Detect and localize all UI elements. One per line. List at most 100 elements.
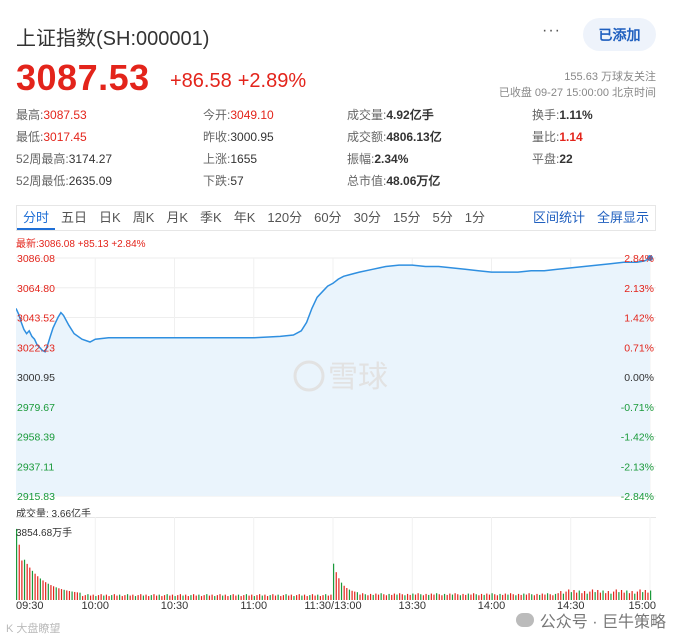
volume-bar — [18, 544, 20, 600]
footer-account: 公众号 · 巨牛策略 — [515, 608, 666, 632]
volume-bar — [68, 591, 71, 600]
change-percent: +2.89% — [237, 70, 307, 92]
tab-120min[interactable]: 120分 — [261, 206, 308, 230]
volume-bar — [568, 589, 570, 600]
volume-bar — [583, 591, 586, 600]
stat-52w-low: 52周最低:2635.09 — [16, 174, 113, 188]
volume-bar — [338, 578, 340, 600]
change-value: +86.58 — [170, 70, 232, 92]
wechat-icon — [515, 613, 534, 627]
added-watchlist-button[interactable]: 已添加 — [583, 18, 656, 51]
stat-market-cap: 总市值:48.06万亿 — [347, 174, 441, 188]
volume-bar — [74, 591, 76, 600]
y-left-label: 2937.11 — [17, 461, 54, 473]
volume-bar — [605, 593, 607, 600]
volume-bar — [581, 593, 583, 600]
volume-bar — [639, 589, 641, 600]
volume-bar — [343, 585, 345, 600]
volume-bar — [615, 589, 617, 600]
volume-bar — [546, 593, 549, 600]
volume-bar — [351, 590, 353, 600]
y-right-label: -1.42% — [621, 432, 654, 444]
tab-1min[interactable]: 1分 — [459, 206, 491, 230]
stat-volume-ratio: 量比:1.14 — [532, 130, 583, 144]
stats-grid: 最高:3087.53 最低:3017.45 52周最高:3174.27 52周最… — [16, 106, 656, 196]
stat-prev-close: 昨收:3000.95 — [203, 130, 274, 144]
market-status: 已收盘 09-27 15:00:00 北京时间 — [498, 87, 656, 99]
intraday-chart[interactable]: 雪球 3086.08 2.84% 3064.80 2.13% 3043.52 1.42% 3… — [15, 248, 656, 504]
volume-bar — [47, 583, 49, 600]
y-left-label: 3000.95 — [17, 372, 55, 384]
volume-bar — [340, 582, 343, 600]
volume-bar — [650, 590, 652, 600]
volume-chart-svg — [16, 517, 656, 600]
volume-bar — [335, 572, 337, 600]
stat-decline: 下跌:57 — [203, 174, 244, 188]
volume-bar — [509, 593, 512, 600]
tab-15min[interactable]: 15分 — [387, 206, 426, 230]
volume-bar — [380, 593, 382, 600]
x-tick-label: 11:00 — [240, 600, 268, 612]
volume-bar — [346, 588, 348, 600]
y-right-label: -2.13% — [621, 461, 654, 473]
volume-bar — [594, 592, 596, 600]
y-right-label: 1.42% — [624, 313, 654, 325]
volume-bar — [573, 589, 575, 600]
stat-turnover: 成交额:4806.13亿 — [347, 130, 442, 144]
volume-bar — [628, 593, 631, 600]
volume-bar — [42, 580, 44, 600]
volume-bar — [589, 591, 591, 600]
volume-bar — [631, 591, 633, 600]
y-right-label: -2.84% — [621, 491, 654, 503]
price-change: +86.58 +2.89% — [170, 70, 306, 93]
more-options-icon[interactable]: ··· — [542, 22, 561, 40]
footer-watermark: K 大盘瞭望 — [6, 623, 61, 635]
stat-advance: 上涨:1655 — [203, 152, 258, 166]
range-stats-button[interactable]: 区间统计 — [527, 206, 591, 230]
volume-bar — [560, 591, 562, 600]
volume-bar — [348, 589, 351, 600]
volume-bar — [55, 587, 57, 600]
volume-bar — [29, 567, 31, 600]
x-tick-label: 11:30/13:00 — [304, 600, 362, 612]
fullscreen-button[interactable]: 全屏显示 — [591, 206, 655, 230]
volume-bar — [21, 560, 23, 600]
chart-period-tabs: 分时 五日 日K 周K 月K 季K 年K 120分 60分 30分 15分 5分… — [16, 205, 656, 231]
tab-intraday[interactable]: 分时 — [17, 206, 56, 230]
volume-bar — [362, 593, 364, 600]
y-right-label: 0.00% — [624, 372, 654, 384]
tab-weekly-k[interactable]: 周K — [127, 206, 161, 230]
volume-chart — [16, 517, 656, 600]
volume-bar — [620, 589, 623, 600]
tab-5day[interactable]: 五日 — [55, 206, 93, 230]
volume-bar — [597, 589, 599, 600]
volume-bar — [454, 593, 456, 600]
volume-bar — [39, 578, 41, 600]
volume-bar — [79, 592, 81, 600]
volume-bar — [16, 528, 18, 600]
x-tick-label: 09:30 — [16, 600, 44, 612]
volume-bar — [626, 590, 628, 600]
y-right-label: 2.84% — [624, 253, 654, 265]
tab-yearly-k[interactable]: 年K — [228, 206, 262, 230]
volume-bar — [473, 593, 475, 600]
volume-bar — [66, 590, 68, 600]
tab-30min[interactable]: 30分 — [348, 206, 387, 230]
tab-daily-k[interactable]: 日K — [93, 206, 127, 230]
tab-quarterly-k[interactable]: 季K — [194, 206, 228, 230]
tab-monthly-k[interactable]: 月K — [160, 206, 194, 230]
stat-high: 最高:3087.53 — [16, 108, 87, 122]
volume-bar — [333, 563, 335, 600]
y-left-label: 2979.67 — [17, 402, 55, 414]
volume-bar — [71, 591, 73, 600]
volume-bar — [356, 592, 358, 600]
volume-bar — [613, 591, 615, 600]
tab-60min[interactable]: 60分 — [308, 206, 347, 230]
volume-bar — [26, 563, 28, 600]
volume-bar — [565, 591, 567, 600]
volume-bar — [591, 589, 594, 600]
volume-bar — [436, 593, 438, 600]
volume-bar — [37, 576, 39, 600]
tab-5min[interactable]: 5分 — [427, 206, 459, 230]
watermark-text: 雪球 — [328, 360, 388, 395]
